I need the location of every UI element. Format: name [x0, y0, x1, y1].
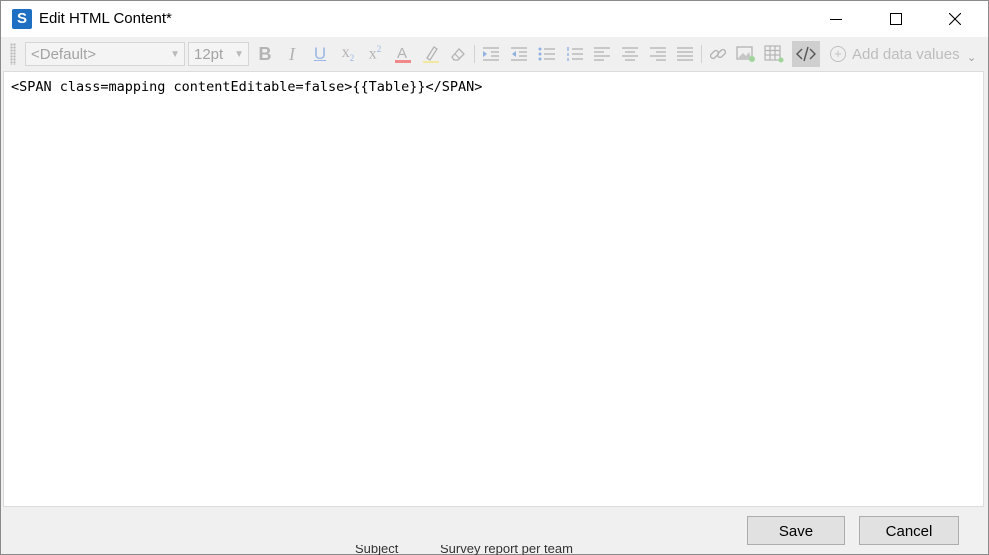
bold-icon: B	[258, 43, 272, 64]
table-icon	[764, 45, 784, 63]
close-icon	[949, 13, 961, 25]
superscript-icon: x2	[368, 44, 382, 63]
justify-icon	[677, 47, 693, 61]
font-size-value: 12pt	[194, 46, 224, 63]
subscript-button[interactable]: x2	[337, 43, 359, 65]
image-icon	[736, 46, 755, 62]
align-center-button[interactable]	[619, 43, 641, 65]
add-data-values-button[interactable]: + Add data values	[830, 43, 960, 65]
maximize-button[interactable]	[867, 1, 925, 37]
bold-button[interactable]: B	[254, 43, 276, 65]
align-center-icon	[622, 47, 638, 61]
title-bar[interactable]: S Edit HTML Content*	[1, 1, 988, 37]
link-icon	[709, 48, 727, 60]
html-source-editor[interactable]: <SPAN class=mapping contentEditable=fals…	[3, 71, 984, 507]
formatting-toolbar: <Default> ▼ 12pt ▼ B I U x2 x2 A + Add d…	[1, 37, 988, 71]
bullet-list-button[interactable]	[536, 43, 558, 65]
justify-button[interactable]	[674, 43, 696, 65]
eraser-icon	[451, 48, 465, 61]
highlight-button[interactable]	[420, 43, 442, 65]
cancel-button[interactable]: Cancel	[859, 516, 959, 545]
window-title: Edit HTML Content*	[39, 10, 172, 27]
underline-icon: U	[313, 44, 327, 63]
indent-button[interactable]	[480, 43, 502, 65]
underline-button[interactable]: U	[309, 43, 331, 65]
outdent-button[interactable]	[508, 43, 530, 65]
subscript-icon: x2	[341, 44, 355, 64]
source-code-button[interactable]	[792, 41, 820, 67]
insert-table-button[interactable]	[763, 43, 785, 65]
bullet-list-icon	[538, 47, 555, 61]
maximize-icon	[890, 13, 902, 25]
font-color-icon: A	[395, 45, 411, 63]
font-family-select[interactable]: <Default> ▼	[25, 42, 185, 66]
clear-format-button[interactable]	[447, 43, 469, 65]
background-text: Survey report per team	[440, 545, 573, 555]
numbered-list-icon	[567, 47, 583, 61]
italic-icon: I	[289, 43, 295, 64]
svg-text:A: A	[397, 45, 407, 62]
close-button[interactable]	[926, 1, 984, 37]
background-text: Subject	[355, 545, 399, 555]
plus-circle-icon: +	[830, 46, 846, 62]
font-size-select[interactable]: 12pt ▼	[188, 42, 249, 66]
editor-content[interactable]: <SPAN class=mapping contentEditable=fals…	[11, 79, 482, 95]
minimize-icon	[830, 19, 842, 20]
align-left-icon	[594, 47, 610, 61]
chevron-down-icon: ▼	[234, 49, 244, 60]
align-right-icon	[650, 47, 666, 61]
outdent-icon	[511, 47, 527, 61]
italic-button[interactable]: I	[281, 43, 303, 65]
background-window-strip: Subject Survey report per team	[0, 545, 989, 555]
save-button[interactable]: Save	[747, 516, 845, 545]
app-logo-icon: S	[12, 9, 32, 29]
add-data-values-label: Add data values	[852, 45, 960, 63]
toolbar-divider	[474, 45, 475, 63]
align-left-button[interactable]	[591, 43, 613, 65]
toolbar-divider	[701, 45, 702, 63]
numbered-list-button[interactable]	[564, 43, 586, 65]
toolbar-overflow-icon[interactable]: ⌄	[967, 51, 976, 64]
indent-icon	[483, 47, 499, 61]
align-right-button[interactable]	[647, 43, 669, 65]
source-code-icon	[796, 46, 816, 62]
toolbar-grip-icon[interactable]	[10, 43, 16, 65]
minimize-button[interactable]	[807, 1, 865, 37]
insert-image-button[interactable]	[735, 43, 757, 65]
link-button[interactable]	[707, 43, 729, 65]
superscript-button[interactable]: x2	[364, 43, 386, 65]
font-color-button[interactable]: A	[392, 43, 414, 65]
chevron-down-icon: ▼	[170, 49, 180, 60]
font-family-value: <Default>	[31, 46, 97, 63]
highlight-icon	[423, 46, 439, 63]
edit-html-dialog: S Edit HTML Content* <Default> ▼ 12pt ▼ …	[0, 0, 989, 555]
